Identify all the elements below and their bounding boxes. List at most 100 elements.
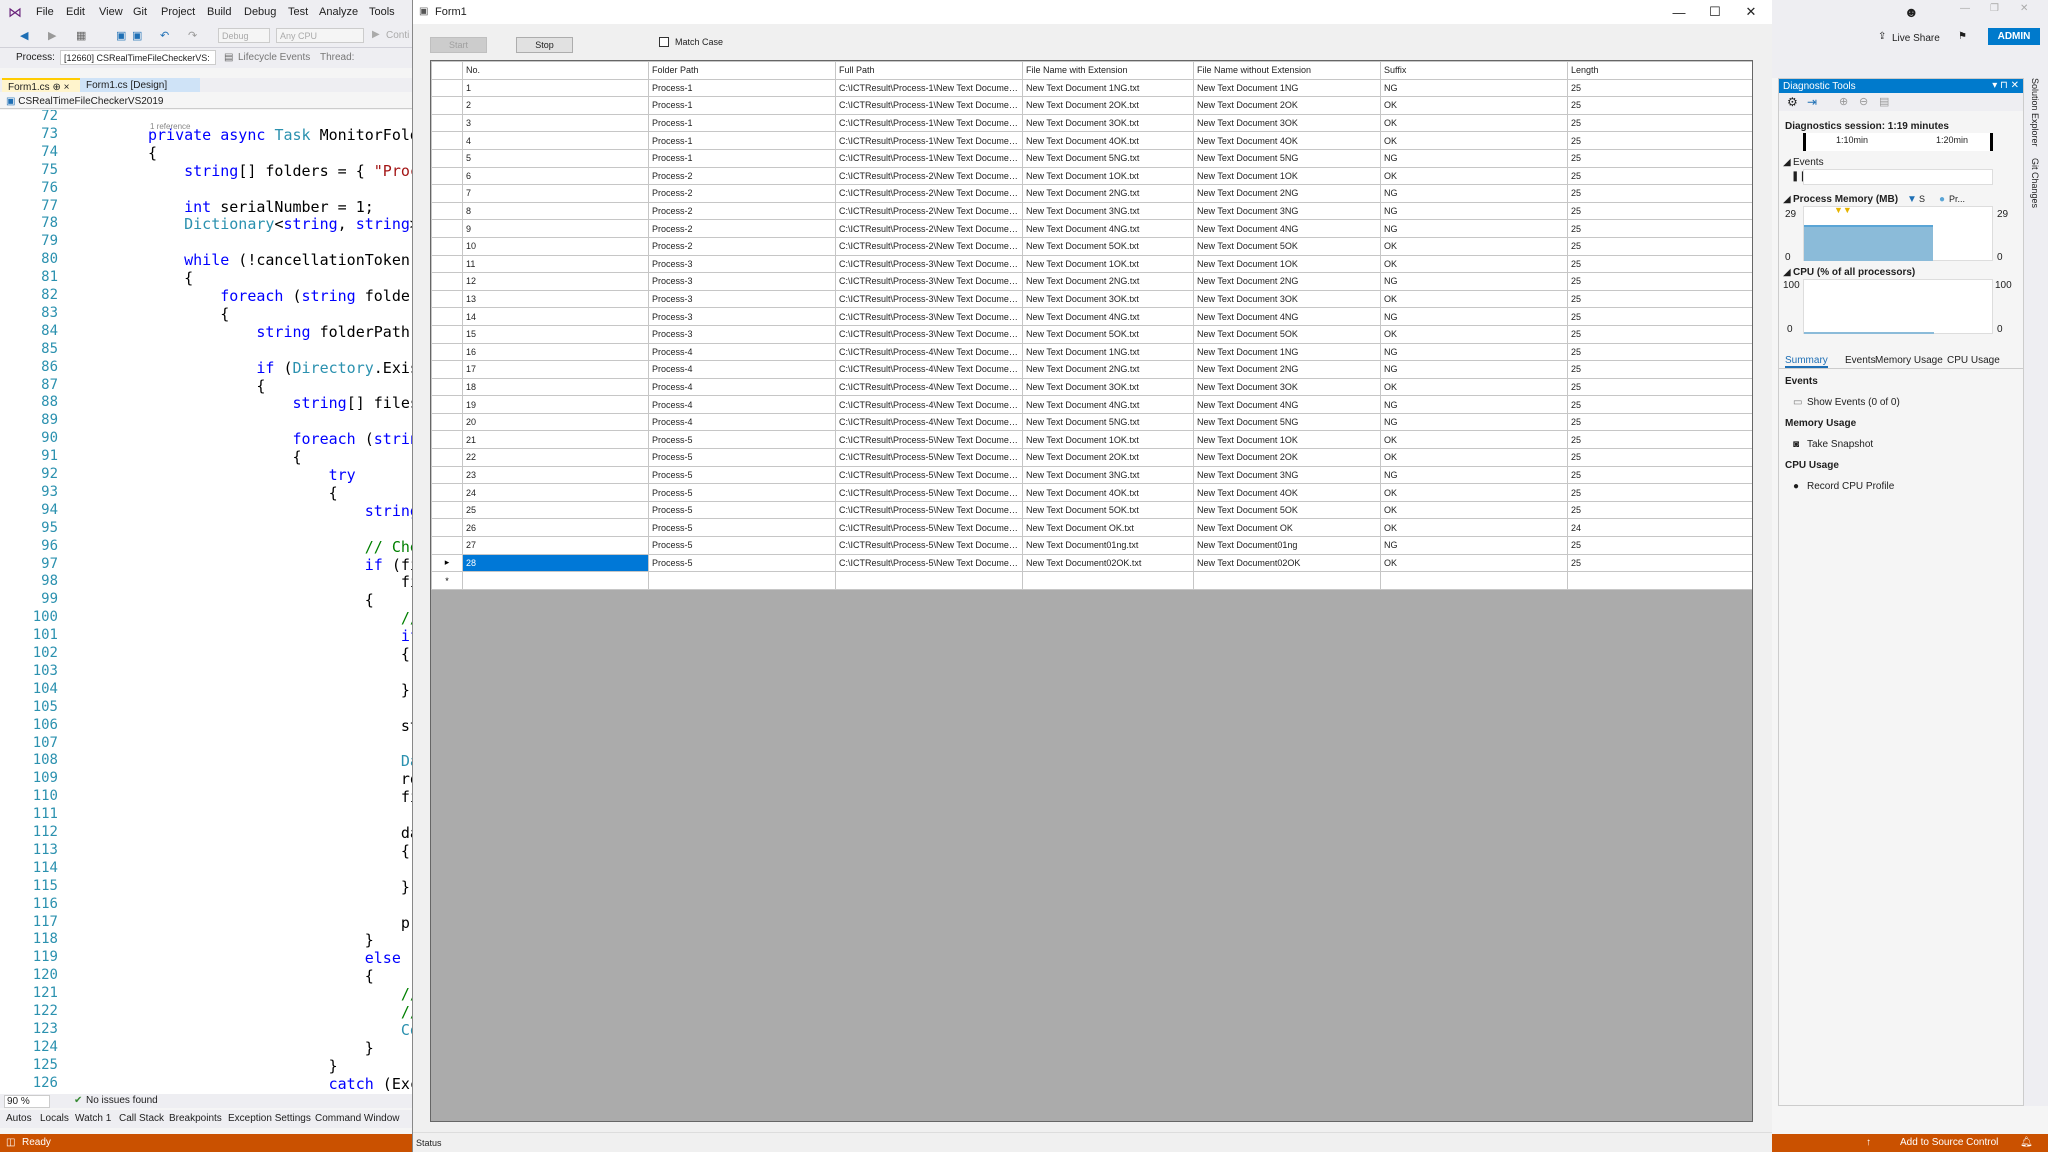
table-cell[interactable]: C:\ICTResult\Process-5\New Text Documen.… [835,536,1023,555]
table-cell[interactable]: Process-2 [648,236,836,256]
empty-cell[interactable] [1380,571,1568,590]
table-cell[interactable]: 25 [1567,448,1752,467]
table-cell[interactable]: New Text Document 5OK [1193,236,1381,256]
take-snapshot-button[interactable]: Take Snapshot [1807,439,1873,450]
table-cell[interactable]: New Text Document 2OK.txt [1022,448,1194,467]
table-cell[interactable]: Process-3 [648,289,836,309]
table-cell[interactable]: 25 [1567,324,1752,344]
table-cell[interactable]: 25 [1567,148,1752,168]
tab-autos[interactable]: Autos [6,1113,32,1124]
row-header[interactable] [431,289,463,309]
row-header[interactable] [431,412,463,432]
tab-summary[interactable]: Summary [1785,355,1828,368]
tab-breakpoints[interactable]: Breakpoints [169,1113,222,1124]
code-line[interactable]: string[] files = [148,394,413,412]
empty-cell[interactable] [1022,571,1194,590]
table-cell[interactable]: 25 [1567,184,1752,203]
zoom-out-icon[interactable]: ⊖ [1859,95,1868,108]
table-cell[interactable]: 25 [1567,166,1752,186]
table-cell[interactable]: New Text Document 5NG [1193,412,1381,432]
code-line[interactable]: Dictionary<string, string> pr [148,215,412,233]
table-row[interactable]: 26 Process-5 C:\ICTResult\Process-5\New Te… [431,518,1752,538]
table-cell[interactable]: C:\ICTResult\Process-3\New Text Documen.… [835,324,1023,344]
code-line[interactable]: Conso [148,1021,412,1039]
code-line[interactable]: } [148,681,410,699]
row-header[interactable] [431,166,463,186]
table-row[interactable]: 10 Process-2 C:\ICTResult\Process-2\New Te… [431,236,1752,256]
code-line[interactable]: // Us [148,609,412,627]
table-cell[interactable]: 12 [462,272,649,291]
redo-icon[interactable]: ↷ [188,29,197,42]
table-cell[interactable]: 5 [462,148,649,168]
code-line[interactable]: { [148,377,265,395]
table-row[interactable]: 23 Process-5 C:\ICTResult\Process-5\New Te… [431,465,1752,485]
tab-form1-cs[interactable]: Form1.cs ⊕ × [2,78,80,93]
table-cell[interactable]: 6 [462,166,649,186]
table-cell[interactable]: Process-3 [648,324,836,344]
code-line[interactable]: string[] folders = { "Process [148,162,412,180]
menu-git[interactable]: Git [133,6,147,18]
table-cell[interactable]: C:\ICTResult\Process-5\New Text Documen.… [835,500,1023,520]
table-cell[interactable]: New Text Document 5NG [1193,148,1381,168]
table-cell[interactable]: OK [1380,553,1568,573]
table-cell[interactable]: 21 [462,430,649,450]
account-avatar[interactable]: ☻ [1904,4,1919,20]
live-share-button[interactable]: Live Share [1892,33,1940,44]
code-line[interactable]: proce [148,914,412,932]
table-cell[interactable]: 25 [1567,131,1752,150]
table-row[interactable]: 5 Process-1 C:\ICTResult\Process-1\New Tex… [431,148,1752,168]
menu-build[interactable]: Build [207,6,231,18]
table-cell[interactable]: 16 [462,342,649,362]
tab-watch1[interactable]: Watch 1 [75,1113,111,1124]
table-cell[interactable]: 28 [462,553,649,573]
config-dropdown[interactable]: Debug [218,28,270,43]
table-cell[interactable]: 25 [1567,465,1752,485]
table-cell[interactable]: OK [1380,324,1568,344]
table-row[interactable]: 18 Process-4 C:\ICTResult\Process-4\New Te… [431,377,1752,397]
row-header[interactable] [431,236,463,256]
table-cell[interactable]: 19 [462,395,649,414]
table-cell[interactable]: C:\ICTResult\Process-2\New Text Documen.… [835,166,1023,186]
code-line[interactable]: foreach (string f [148,430,413,448]
code-line[interactable]: fileR [148,788,412,806]
table-cell[interactable]: Process-1 [648,78,836,98]
table-row[interactable]: 2 Process-1 C:\ICTResult\Process-1\New Tex… [431,96,1752,115]
table-cell[interactable]: Process-5 [648,430,836,450]
zoom-dropdown[interactable]: 90 % [4,1095,50,1108]
code-line[interactable]: foreach (string folder in [148,287,412,305]
table-cell[interactable]: 4 [462,131,649,150]
table-cell[interactable]: New Text Document 1NG [1193,342,1381,362]
row-header[interactable] [431,307,463,326]
memory-collapse-icon[interactable]: ◢ [1783,194,1791,205]
code-line[interactable]: { [148,305,229,323]
close-icon[interactable]: ✕ [2020,3,2028,14]
table-cell[interactable]: C:\ICTResult\Process-2\New Text Documen.… [835,184,1023,203]
table-cell[interactable]: C:\ICTResult\Process-2\New Text Documen.… [835,201,1023,221]
table-cell[interactable]: C:\ICTResult\Process-1\New Text Documen.… [835,113,1023,133]
row-header[interactable] [431,272,463,291]
table-cell[interactable]: Process-1 [648,96,836,115]
table-cell[interactable]: C:\ICTResult\Process-4\New Text Documen.… [835,377,1023,397]
table-cell[interactable]: OK [1380,96,1568,115]
forward-icon[interactable]: ▶ [48,29,56,42]
code-line[interactable]: dataG [148,824,412,842]
table-cell[interactable]: 18 [462,377,649,397]
table-row[interactable]: 11 Process-3 C:\ICTResult\Process-3\New Te… [431,254,1752,274]
table-cell[interactable]: 7 [462,184,649,203]
platform-dropdown[interactable]: Any CPU [276,28,364,43]
row-header[interactable] [431,465,463,485]
show-events-link[interactable]: Show Events (0 of 0) [1807,397,1900,408]
table-cell[interactable]: New Text Document 4NG.txt [1022,219,1194,238]
code-line[interactable]: while (!cancellationToken.IsC [148,251,412,269]
tab-call-stack[interactable]: Call Stack [119,1113,164,1124]
table-cell[interactable]: 25 [1567,307,1752,326]
table-cell[interactable]: 25 [1567,412,1752,432]
table-cell[interactable]: OK [1380,289,1568,309]
table-row[interactable]: 24 Process-5 C:\ICTResult\Process-5\New Te… [431,483,1752,502]
menu-edit[interactable]: Edit [66,6,85,18]
table-cell[interactable]: NG [1380,342,1568,362]
stop-button[interactable]: Stop [516,37,573,53]
table-row[interactable]: 19 Process-4 C:\ICTResult\Process-4\New Te… [431,395,1752,414]
table-cell[interactable]: New Text Document 3NG [1193,201,1381,221]
row-header[interactable] [431,219,463,238]
